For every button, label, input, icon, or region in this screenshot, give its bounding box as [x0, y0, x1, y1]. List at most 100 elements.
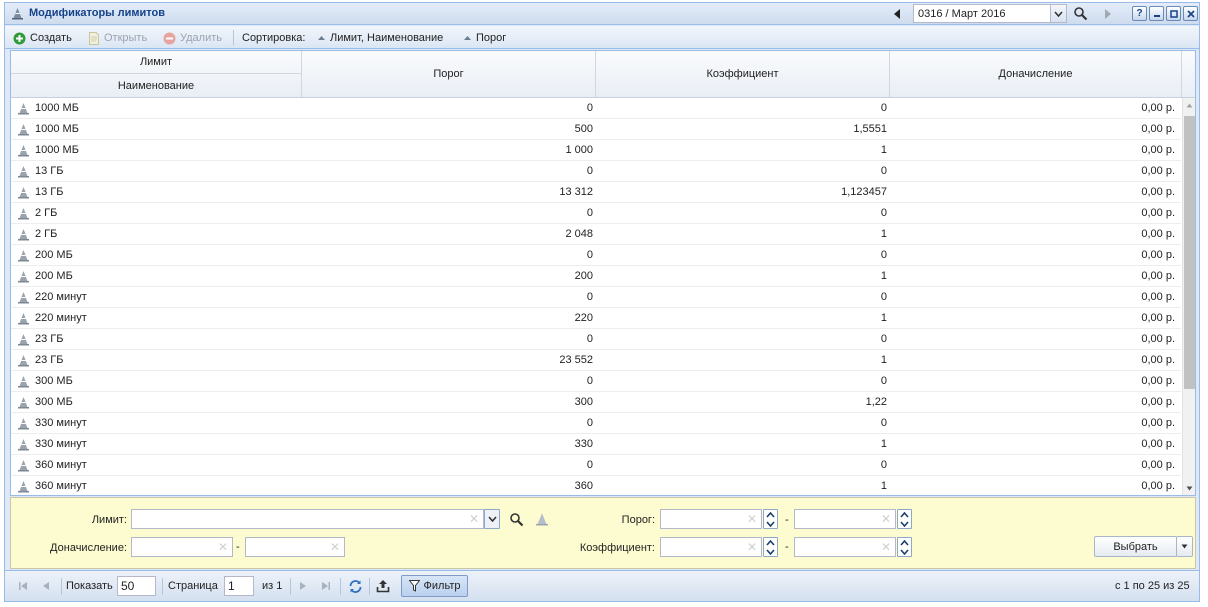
- filter-koef-to-input[interactable]: ✕: [794, 537, 896, 557]
- porog-to-stepper[interactable]: [897, 509, 912, 529]
- last-page-button[interactable]: [318, 578, 334, 594]
- filter-porog-to-input[interactable]: ✕: [794, 509, 896, 529]
- create-button[interactable]: Создать: [13, 31, 72, 45]
- period-select[interactable]: 0316 / Март 2016: [913, 4, 1067, 23]
- table-row[interactable]: 1000 МБ 0 0 0,00 р.: [11, 98, 1181, 119]
- table-row[interactable]: 220 минут 0 0 0,00 р.: [11, 287, 1181, 308]
- cell-name: 23 ГБ: [17, 350, 301, 370]
- minimize-button[interactable]: [1149, 6, 1164, 21]
- cell-koef: 0: [880, 249, 887, 261]
- table-row[interactable]: 13 ГБ 0 0 0,00 р.: [11, 161, 1181, 182]
- column-header-porog[interactable]: Порог: [302, 51, 596, 97]
- clear-icon[interactable]: ✕: [881, 540, 891, 554]
- clear-icon[interactable]: ✕: [747, 512, 757, 526]
- clear-icon[interactable]: ✕: [469, 512, 479, 526]
- sort2-label: Порог: [476, 32, 507, 44]
- cell-koef: 0: [880, 459, 887, 471]
- cell-name: 200 МБ: [17, 245, 301, 265]
- toolbar-separator: [233, 30, 234, 45]
- scroll-down-button[interactable]: [1183, 481, 1196, 495]
- filter-limit-search-button[interactable]: [506, 509, 526, 529]
- filter-koef-from-input[interactable]: ✕: [660, 537, 762, 557]
- filter-porog-from-input[interactable]: ✕: [660, 509, 762, 529]
- select-button[interactable]: Выбрать: [1094, 536, 1177, 557]
- table-row[interactable]: 200 МБ 0 0 0,00 р.: [11, 245, 1181, 266]
- chevron-down-icon: [1054, 10, 1063, 17]
- close-button[interactable]: [1183, 6, 1198, 21]
- cell-name-text: 300 МБ: [35, 375, 73, 387]
- filter-limit-input[interactable]: ✕: [131, 509, 484, 529]
- next-page-button[interactable]: [295, 578, 311, 594]
- next-period-button[interactable]: [1099, 5, 1117, 22]
- column-header-don[interactable]: Доначисление: [890, 51, 1182, 97]
- porog-from-stepper[interactable]: [763, 509, 778, 529]
- cell-don: 0,00 р.: [1141, 270, 1175, 282]
- first-page-button[interactable]: [15, 578, 31, 594]
- table-row[interactable]: 200 МБ 200 1 0,00 р.: [11, 266, 1181, 287]
- koef-from-stepper[interactable]: [763, 537, 778, 557]
- table-row[interactable]: 2 ГБ 0 0 0,00 р.: [11, 203, 1181, 224]
- limit-cone-icon: [17, 186, 30, 199]
- cell-don: 0,00 р.: [1141, 354, 1175, 366]
- table-row[interactable]: 330 минут 0 0 0,00 р.: [11, 413, 1181, 434]
- page-number-input[interactable]: 1: [224, 576, 254, 596]
- clear-icon[interactable]: ✕: [330, 540, 340, 554]
- open-label: Открыть: [104, 32, 148, 44]
- sort-limit-name-button[interactable]: Лимит, Наименование: [317, 31, 443, 45]
- clear-icon[interactable]: ✕: [881, 512, 891, 526]
- export-button[interactable]: [375, 578, 391, 594]
- table-row[interactable]: 1000 МБ 500 1,5551 0,00 р.: [11, 119, 1181, 140]
- cell-name: 13 ГБ: [17, 161, 301, 181]
- table-row[interactable]: 300 МБ 0 0 0,00 р.: [11, 371, 1181, 392]
- table-row[interactable]: 360 минут 0 0 0,00 р.: [11, 455, 1181, 476]
- cell-porog: 500: [574, 123, 593, 135]
- scroll-thumb[interactable]: [1184, 116, 1195, 389]
- sort1-label: Лимит, Наименование: [330, 32, 444, 44]
- table-row[interactable]: 330 минут 330 1 0,00 р.: [11, 434, 1181, 455]
- help-button[interactable]: ?: [1132, 6, 1147, 21]
- table-row[interactable]: 220 минут 220 1 0,00 р.: [11, 308, 1181, 329]
- table-row[interactable]: 13 ГБ 13 312 1,123457 0,00 р.: [11, 182, 1181, 203]
- prev-page-button[interactable]: [38, 578, 54, 594]
- prev-period-button[interactable]: [888, 5, 906, 22]
- koef-to-stepper[interactable]: [897, 537, 912, 557]
- open-button[interactable]: Открыть: [88, 31, 147, 45]
- cell-name-text: 330 минут: [35, 417, 87, 429]
- table-row[interactable]: 23 ГБ 0 0 0,00 р.: [11, 329, 1181, 350]
- cell-koef: 1: [880, 228, 887, 240]
- refresh-button[interactable]: [347, 578, 363, 594]
- table-row[interactable]: 300 МБ 300 1,22 0,00 р.: [11, 392, 1181, 413]
- cell-porog: 0: [586, 249, 593, 261]
- period-search-button[interactable]: [1071, 5, 1089, 22]
- table-row[interactable]: 2 ГБ 2 048 1 0,00 р.: [11, 224, 1181, 245]
- select-menu-button[interactable]: [1176, 536, 1193, 557]
- grid-scrollbar[interactable]: [1182, 98, 1195, 495]
- period-dropdown-trigger[interactable]: [1050, 5, 1066, 22]
- limit-cone-icon: [17, 480, 30, 493]
- table-row[interactable]: 1000 МБ 1 000 1 0,00 р.: [11, 140, 1181, 161]
- column-header-koef[interactable]: Коэффициент: [596, 51, 890, 97]
- sort-porog-button[interactable]: Порог: [463, 31, 506, 45]
- cell-name: 1000 МБ: [17, 140, 301, 160]
- maximize-button[interactable]: [1166, 6, 1181, 21]
- table-row[interactable]: 23 ГБ 23 552 1 0,00 р.: [11, 350, 1181, 371]
- column-header-name[interactable]: Наименование: [11, 74, 302, 97]
- filter-don-to-input[interactable]: ✕: [245, 537, 345, 557]
- scroll-up-button[interactable]: [1183, 98, 1196, 112]
- spin-down-icon: [766, 548, 775, 555]
- column-group-limit[interactable]: Лимит: [11, 51, 302, 74]
- filter-limit-open-button[interactable]: [531, 509, 553, 529]
- filter-don-from-input[interactable]: ✕: [131, 537, 233, 557]
- cell-porog: 0: [586, 207, 593, 219]
- paging-separator: [369, 578, 370, 595]
- limit-cone-icon: [17, 312, 30, 325]
- filter-toggle-button[interactable]: Фильтр: [401, 575, 468, 597]
- page-size-input[interactable]: 50: [117, 576, 156, 596]
- limit-cone-icon: [17, 228, 30, 241]
- delete-button[interactable]: Удалить: [163, 31, 222, 45]
- clear-icon[interactable]: ✕: [747, 540, 757, 554]
- table-row[interactable]: 360 минут 360 1 0,00 р.: [11, 476, 1181, 495]
- add-icon: [13, 32, 26, 45]
- clear-icon[interactable]: ✕: [218, 540, 228, 554]
- filter-limit-dropdown[interactable]: [484, 509, 500, 529]
